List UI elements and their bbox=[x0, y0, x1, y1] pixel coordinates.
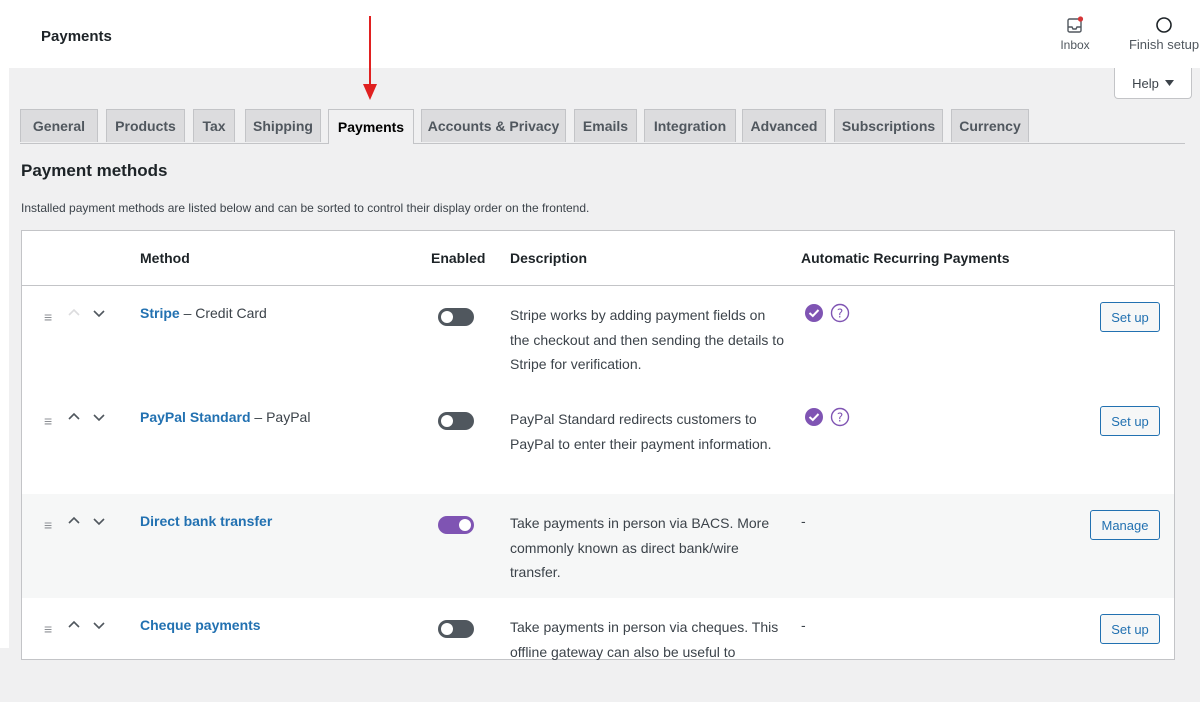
help-button[interactable]: Help bbox=[1114, 68, 1192, 99]
set-up-button[interactable]: Set up bbox=[1100, 406, 1160, 436]
column-header-method: Method bbox=[140, 250, 190, 266]
tab-subscriptions[interactable]: Subscriptions bbox=[834, 109, 943, 142]
chevron-up-icon[interactable] bbox=[66, 617, 82, 633]
method-name: PayPal Standard – PayPal bbox=[140, 409, 310, 425]
method-link[interactable]: PayPal Standard bbox=[140, 409, 251, 425]
progress-circle-icon bbox=[1156, 17, 1172, 33]
drag-handle-icon[interactable]: ≡ bbox=[44, 517, 52, 533]
chevron-down-icon[interactable] bbox=[91, 513, 107, 529]
check-circle-icon bbox=[805, 304, 823, 322]
chevron-up-icon[interactable] bbox=[66, 409, 82, 425]
check-circle-icon bbox=[805, 408, 823, 426]
recurring-value: - bbox=[801, 513, 806, 529]
method-description: Stripe works by adding payment fields on… bbox=[510, 307, 784, 372]
help-circle-icon[interactable]: ? bbox=[830, 303, 850, 323]
annotation-arrow-icon bbox=[363, 16, 377, 100]
chevron-down-icon[interactable] bbox=[91, 617, 107, 633]
tab-payments[interactable]: Payments bbox=[328, 109, 414, 144]
tab-shipping[interactable]: Shipping bbox=[245, 109, 321, 142]
manage-button[interactable]: Manage bbox=[1090, 510, 1160, 540]
column-header-enabled: Enabled bbox=[431, 250, 486, 266]
tab-accounts-privacy[interactable]: Accounts & Privacy bbox=[421, 109, 566, 142]
help-circle-icon[interactable]: ? bbox=[830, 407, 850, 427]
method-description: Take payments in person via BACS. More c… bbox=[510, 515, 770, 580]
payment-methods-table: Method Enabled Description Automatic Rec… bbox=[21, 230, 1175, 660]
recurring-value: - bbox=[801, 617, 806, 633]
tab-emails[interactable]: Emails bbox=[574, 109, 637, 142]
section-description: Installed payment methods are listed bel… bbox=[21, 201, 590, 215]
table-header: Method Enabled Description Automatic Rec… bbox=[22, 231, 1174, 286]
tab-integration[interactable]: Integration bbox=[644, 109, 736, 142]
table-row: ≡ Cheque payments Take payments in perso… bbox=[22, 598, 1174, 702]
drag-handle-icon[interactable]: ≡ bbox=[44, 413, 52, 429]
notification-dot-icon bbox=[1077, 16, 1084, 22]
table-row: ≡ PayPal Standard – PayPal PayPal Standa… bbox=[22, 390, 1174, 494]
tab-general[interactable]: General bbox=[20, 109, 98, 142]
left-edge bbox=[0, 68, 9, 648]
method-name: Cheque payments bbox=[140, 617, 261, 633]
chevron-up-icon[interactable] bbox=[66, 513, 82, 529]
column-header-description: Description bbox=[510, 250, 588, 266]
finish-setup-button[interactable]: Finish setup bbox=[1124, 16, 1200, 52]
enabled-toggle[interactable] bbox=[438, 308, 474, 326]
section-title: Payment methods bbox=[21, 161, 168, 180]
drag-handle-icon[interactable]: ≡ bbox=[44, 621, 52, 637]
table-row: ≡ Direct bank transfer Take payments in … bbox=[22, 494, 1174, 598]
chevron-down-icon[interactable] bbox=[91, 305, 107, 321]
settings-tabs: General Products Tax Shipping Payments A… bbox=[20, 109, 1185, 144]
method-link[interactable]: Stripe bbox=[140, 305, 180, 321]
tab-tax[interactable]: Tax bbox=[193, 109, 235, 142]
help-label: Help bbox=[1132, 75, 1159, 91]
method-name: Direct bank transfer bbox=[140, 513, 272, 529]
enabled-toggle[interactable] bbox=[438, 620, 474, 638]
method-suffix: – PayPal bbox=[250, 409, 311, 425]
recurring-indicators: ? bbox=[804, 407, 850, 427]
tab-currency[interactable]: Currency bbox=[951, 109, 1029, 142]
chevron-up-icon[interactable] bbox=[66, 305, 82, 321]
enabled-toggle[interactable] bbox=[438, 412, 474, 430]
set-up-button[interactable]: Set up bbox=[1100, 614, 1160, 644]
method-description: Take payments in person via cheques. Thi… bbox=[510, 619, 779, 660]
method-suffix: – Credit Card bbox=[179, 305, 267, 321]
caret-down-icon bbox=[1164, 80, 1174, 86]
tab-products[interactable]: Products bbox=[106, 109, 185, 142]
inbox-label: Inbox bbox=[1060, 38, 1090, 52]
svg-text:?: ? bbox=[837, 307, 843, 321]
enabled-toggle[interactable] bbox=[438, 516, 474, 534]
method-name: Stripe – Credit Card bbox=[140, 305, 267, 321]
page-title: Payments bbox=[41, 28, 112, 45]
finish-setup-label: Finish setup bbox=[1128, 37, 1200, 52]
inbox-button[interactable]: Inbox bbox=[1054, 16, 1096, 52]
method-link[interactable]: Cheque payments bbox=[140, 617, 261, 633]
tab-advanced[interactable]: Advanced bbox=[742, 109, 826, 142]
column-header-recurring: Automatic Recurring Payments bbox=[801, 250, 1010, 266]
svg-text:?: ? bbox=[837, 411, 843, 425]
method-description: PayPal Standard redirects customers to P… bbox=[510, 411, 772, 452]
top-bar: Payments Inbox Finish setup bbox=[0, 0, 1200, 68]
table-row: ≡ Stripe – Credit Card Stripe works by a… bbox=[22, 286, 1174, 390]
method-link[interactable]: Direct bank transfer bbox=[140, 513, 272, 529]
set-up-button[interactable]: Set up bbox=[1100, 302, 1160, 332]
chevron-down-icon[interactable] bbox=[91, 409, 107, 425]
drag-handle-icon[interactable]: ≡ bbox=[44, 309, 52, 325]
recurring-indicators: ? bbox=[804, 303, 850, 323]
inbox-icon bbox=[1067, 16, 1084, 33]
